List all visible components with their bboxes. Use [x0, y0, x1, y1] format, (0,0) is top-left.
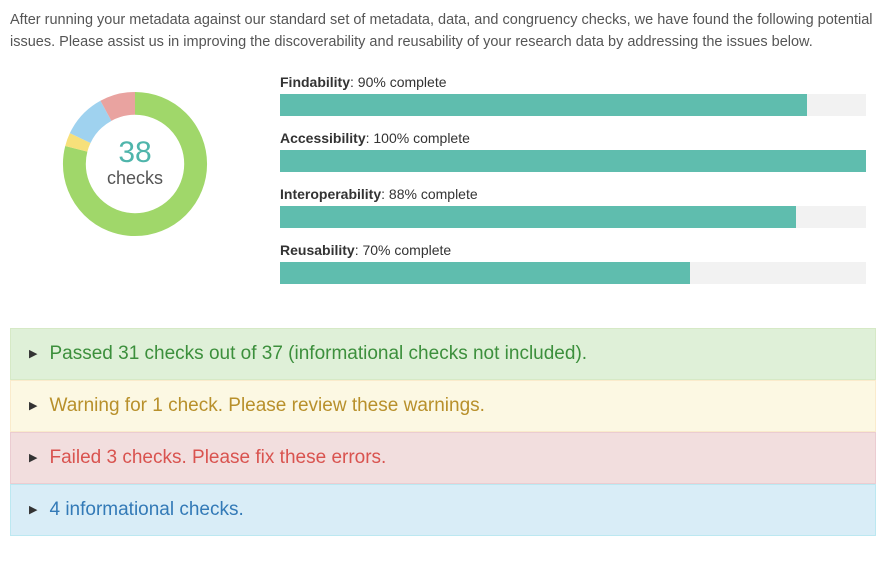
intro-text: After running your metadata against our …: [10, 10, 876, 54]
bar-track: [280, 262, 866, 284]
bar-fill: [280, 206, 796, 228]
caret-icon: ▶: [29, 347, 37, 360]
donut-number: 38: [118, 138, 151, 168]
accordion-info[interactable]: ▶ 4 informational checks.: [10, 484, 876, 536]
bar-name: Findability: [280, 74, 350, 90]
bar-findability: Findability: 90% complete: [280, 74, 866, 116]
caret-icon: ▶: [29, 399, 37, 412]
accordion-title: Warning for 1 check. Please review these…: [49, 395, 484, 417]
accordion: ▶ Passed 31 checks out of 37 (informatio…: [10, 328, 876, 536]
summary-row: 38 checks Findability: 90% complete Acce…: [10, 74, 876, 298]
accordion-passed[interactable]: ▶ Passed 31 checks out of 37 (informatio…: [10, 328, 876, 380]
bar-accessibility: Accessibility: 100% complete: [280, 130, 866, 172]
accordion-title: Failed 3 checks. Please fix these errors…: [49, 447, 386, 469]
accordion-title: Passed 31 checks out of 37 (informationa…: [49, 343, 587, 365]
bar-value: : 100% complete: [366, 130, 470, 146]
caret-icon: ▶: [29, 503, 37, 516]
progress-bars: Findability: 90% complete Accessibility:…: [280, 74, 876, 298]
accordion-failed[interactable]: ▶ Failed 3 checks. Please fix these erro…: [10, 432, 876, 484]
accordion-warning[interactable]: ▶ Warning for 1 check. Please review the…: [10, 380, 876, 432]
bar-value: : 70% complete: [355, 242, 452, 258]
bar-reusability: Reusability: 70% complete: [280, 242, 866, 284]
bar-fill: [280, 94, 807, 116]
donut-chart-container: 38 checks: [10, 74, 260, 244]
bar-value: : 90% complete: [350, 74, 447, 90]
donut-label: checks: [107, 168, 163, 190]
bar-name: Reusability: [280, 242, 355, 258]
bar-fill: [280, 150, 866, 172]
caret-icon: ▶: [29, 451, 37, 464]
bar-name: Accessibility: [280, 130, 366, 146]
bar-name: Interoperability: [280, 186, 381, 202]
bar-track: [280, 150, 866, 172]
donut-chart: 38 checks: [55, 84, 215, 244]
accordion-title: 4 informational checks.: [49, 499, 243, 521]
bar-track: [280, 206, 866, 228]
bar-value: : 88% complete: [381, 186, 478, 202]
bar-interoperability: Interoperability: 88% complete: [280, 186, 866, 228]
bar-fill: [280, 262, 690, 284]
bar-track: [280, 94, 866, 116]
